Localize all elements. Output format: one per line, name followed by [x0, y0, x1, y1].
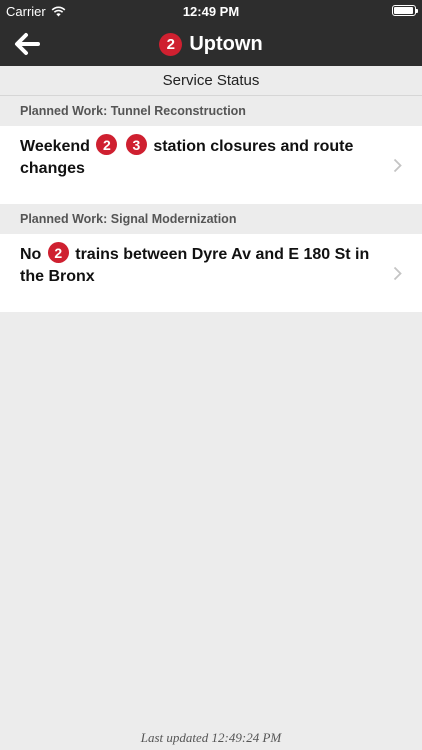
status-bar: Carrier 12:49 PM — [0, 0, 422, 22]
last-updated: Last updated 12:49:24 PM — [140, 730, 282, 745]
chevron-right-icon — [393, 158, 402, 173]
alert-text: No 2 trains between Dyre Av and E 180 St… — [20, 242, 376, 288]
route-bullet: 2 — [159, 32, 183, 56]
alert-text-lead: No — [20, 246, 42, 263]
nav-title-text: Uptown — [189, 32, 263, 55]
alert-text-rest: trains between Dyre Av and E 180 St in t… — [20, 246, 370, 285]
nav-bar: 2 Uptown — [0, 22, 422, 66]
group-header: Planned Work: Tunnel Reconstruction — [20, 104, 246, 118]
status-time: 12:49 PM — [182, 4, 240, 19]
back-arrow-icon[interactable] — [12, 30, 42, 58]
nav-title: 2 Uptown — [0, 22, 422, 66]
route-bullet: 2 — [47, 242, 69, 264]
section-title: Service Status — [0, 66, 422, 96]
alert-text: Weekend 2 3 station closures and route c… — [20, 134, 376, 180]
chevron-right-icon — [393, 266, 402, 281]
alert-card[interactable]: No 2 trains between Dyre Av and E 180 St… — [0, 234, 422, 312]
alert-text-lead: Weekend — [20, 138, 90, 155]
route-bullet: 3 — [125, 134, 147, 156]
group-header: Planned Work: Signal Modernization — [20, 212, 237, 226]
route-bullet: 2 — [96, 134, 118, 156]
alert-card[interactable]: Weekend 2 3 station closures and route c… — [0, 126, 422, 204]
battery-icon — [392, 5, 418, 16]
